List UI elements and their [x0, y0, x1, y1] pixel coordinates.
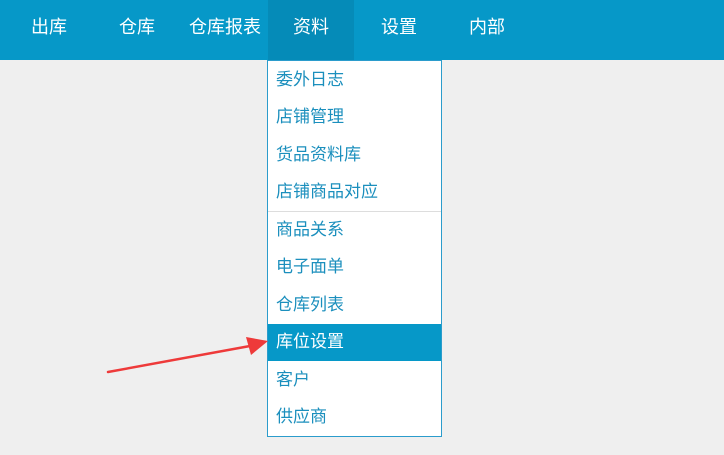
annotation-arrow-icon [106, 337, 268, 374]
